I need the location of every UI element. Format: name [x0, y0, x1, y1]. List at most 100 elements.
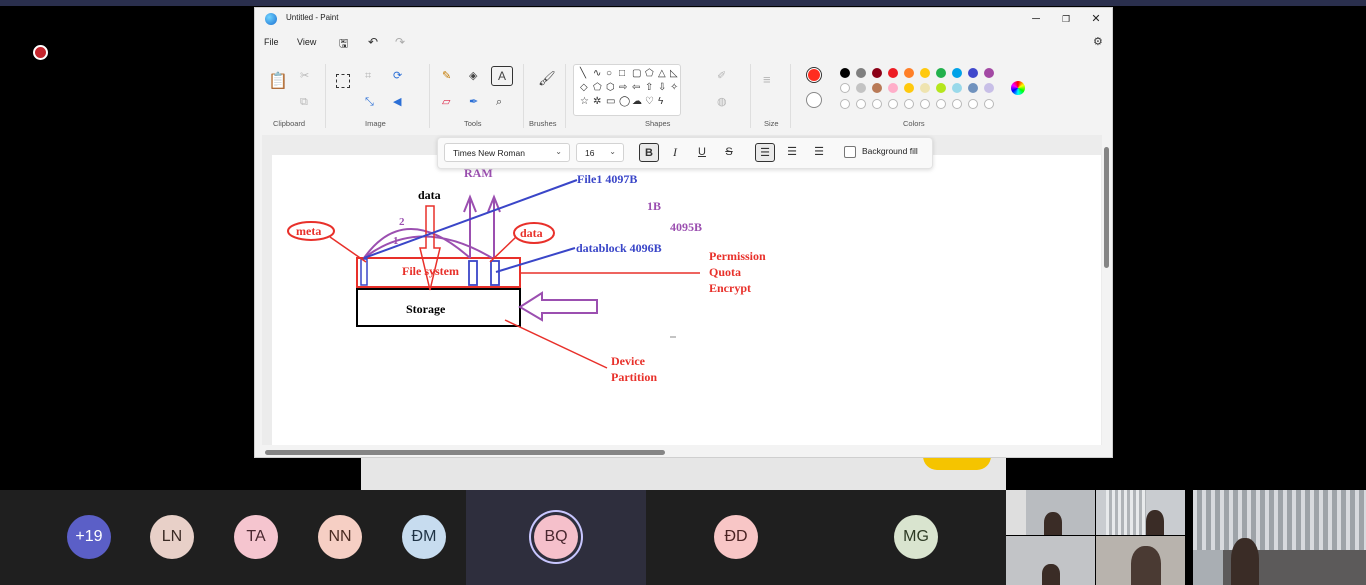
edit-colors-icon[interactable] [1011, 81, 1025, 95]
up-arrow-shape-icon[interactable]: ⇧ [645, 82, 653, 93]
rotate-icon[interactable]: ⟳ [393, 70, 402, 82]
color-swatch[interactable] [840, 68, 850, 78]
diamond-shape-icon[interactable]: ◇ [580, 82, 588, 93]
flip-icon[interactable]: ◀ [393, 96, 401, 108]
custom-color-slot[interactable] [904, 99, 914, 109]
color-swatch[interactable] [968, 83, 978, 93]
triangle-shape-icon[interactable]: △ [658, 68, 666, 79]
align-right-button[interactable]: ☰ [809, 143, 829, 162]
four-point-star-shape-icon[interactable]: ✧ [670, 82, 678, 93]
video-tile-3[interactable] [1006, 536, 1095, 585]
participant-avatar[interactable]: ĐD [714, 515, 758, 559]
pencil-icon[interactable]: ✎ [442, 70, 451, 82]
align-center-button[interactable]: ☰ [782, 143, 802, 162]
undo-icon[interactable]: ↶ [368, 35, 378, 49]
hexagon-shape-icon[interactable]: ⬡ [606, 82, 615, 93]
participant-avatar[interactable]: NN [318, 515, 362, 559]
participant-avatar[interactable]: +19 [67, 515, 111, 559]
color-swatch[interactable] [904, 68, 914, 78]
magnifier-icon[interactable]: ⌕ [496, 96, 502, 108]
custom-color-slot[interactable] [856, 99, 866, 109]
color-swatch[interactable] [920, 83, 930, 93]
crop-icon[interactable]: ⌗ [365, 70, 371, 82]
video-tile-2[interactable] [1096, 490, 1185, 535]
size-icon[interactable]: ≡ [763, 73, 771, 86]
custom-color-slot[interactable] [888, 99, 898, 109]
settings-icon[interactable]: ⚙ [1093, 35, 1103, 48]
color-swatch[interactable] [952, 83, 962, 93]
color-swatch[interactable] [888, 68, 898, 78]
custom-color-slot[interactable] [984, 99, 994, 109]
fill-icon[interactable]: ◈ [469, 70, 477, 82]
paste-icon[interactable]: 📋 [268, 74, 288, 90]
horizontal-scrollbar[interactable] [265, 450, 665, 455]
brush-icon[interactable]: 🖌 [538, 71, 556, 85]
vertical-scrollbar[interactable] [1104, 147, 1109, 268]
cut-icon[interactable]: ✂ [300, 70, 309, 82]
text-tool-icon[interactable]: A [491, 66, 513, 86]
curve-shape-icon[interactable]: ∿ [593, 68, 601, 79]
color-swatch[interactable] [936, 68, 946, 78]
custom-color-slot[interactable] [952, 99, 962, 109]
participant-avatar[interactable]: TA [234, 515, 278, 559]
outline-icon[interactable]: ✐ [717, 70, 726, 82]
secondary-color-swatch[interactable] [806, 92, 822, 108]
video-tile-5[interactable] [1193, 490, 1366, 585]
close-button[interactable]: ✕ [1085, 11, 1107, 27]
custom-color-slot[interactable] [920, 99, 930, 109]
color-swatch[interactable] [872, 68, 882, 78]
six-point-star-shape-icon[interactable]: ✲ [593, 96, 601, 107]
participant-avatar[interactable]: MG [894, 515, 938, 559]
copy-icon[interactable]: ⧉ [300, 96, 308, 108]
color-swatch[interactable] [888, 83, 898, 93]
color-swatch[interactable] [936, 83, 946, 93]
color-swatch[interactable] [856, 83, 866, 93]
color-picker-icon[interactable]: ✒ [469, 96, 478, 108]
custom-color-slot[interactable] [872, 99, 882, 109]
font-family-dropdown[interactable]: Times New Roman ⌄ [444, 143, 570, 162]
color-swatch[interactable] [904, 83, 914, 93]
eraser-icon[interactable]: ▱ [442, 96, 450, 108]
custom-color-slot[interactable] [936, 99, 946, 109]
save-icon[interactable]: 🖫 [339, 35, 348, 54]
primary-color-swatch[interactable] [806, 67, 822, 83]
down-arrow-shape-icon[interactable]: ⇩ [658, 82, 666, 93]
menu-file[interactable]: File [264, 37, 279, 47]
participant-avatar[interactable]: BQ [534, 515, 578, 559]
custom-color-slot[interactable] [840, 99, 850, 109]
align-left-button[interactable]: ☰ [755, 143, 775, 162]
callout-rect-shape-icon[interactable]: ▭ [606, 96, 615, 107]
left-arrow-shape-icon[interactable]: ⇦ [632, 82, 640, 93]
video-tile-1[interactable] [1006, 490, 1095, 535]
color-swatch[interactable] [968, 68, 978, 78]
color-swatch[interactable] [856, 68, 866, 78]
custom-color-slot[interactable] [968, 99, 978, 109]
minimize-button[interactable]: ─ [1025, 11, 1047, 27]
rounded-rectangle-shape-icon[interactable]: ▢ [632, 68, 641, 79]
menu-view[interactable]: View [297, 37, 316, 47]
underline-button[interactable]: U [692, 143, 712, 162]
select-icon[interactable] [336, 74, 350, 88]
callout-cloud-shape-icon[interactable]: ☁ [632, 96, 642, 107]
callout-oval-shape-icon[interactable]: ◯ [619, 96, 630, 107]
color-swatch[interactable] [984, 83, 994, 93]
participant-avatar[interactable]: ĐM [402, 515, 446, 559]
italic-button[interactable]: I [665, 143, 685, 162]
video-tile-4[interactable] [1096, 536, 1185, 585]
drawing-canvas[interactable] [272, 155, 1101, 445]
font-size-dropdown[interactable]: 16 ⌄ [576, 143, 624, 162]
background-fill-checkbox[interactable] [844, 146, 856, 158]
pentagon-shape-icon[interactable]: ⬠ [593, 82, 602, 93]
color-swatch[interactable] [952, 68, 962, 78]
color-swatch[interactable] [840, 83, 850, 93]
color-swatch[interactable] [984, 68, 994, 78]
redo-icon[interactable]: ↷ [395, 35, 405, 49]
bold-button[interactable]: B [639, 143, 659, 162]
rectangle-shape-icon[interactable]: □ [619, 68, 625, 79]
polygon-shape-icon[interactable]: ⬠ [645, 68, 654, 79]
oval-shape-icon[interactable]: ○ [606, 68, 612, 79]
maximize-button[interactable]: ❐ [1055, 11, 1077, 27]
line-shape-icon[interactable]: ╲ [580, 68, 586, 79]
right-triangle-shape-icon[interactable]: ◺ [670, 68, 678, 79]
five-point-star-shape-icon[interactable]: ☆ [580, 96, 589, 107]
